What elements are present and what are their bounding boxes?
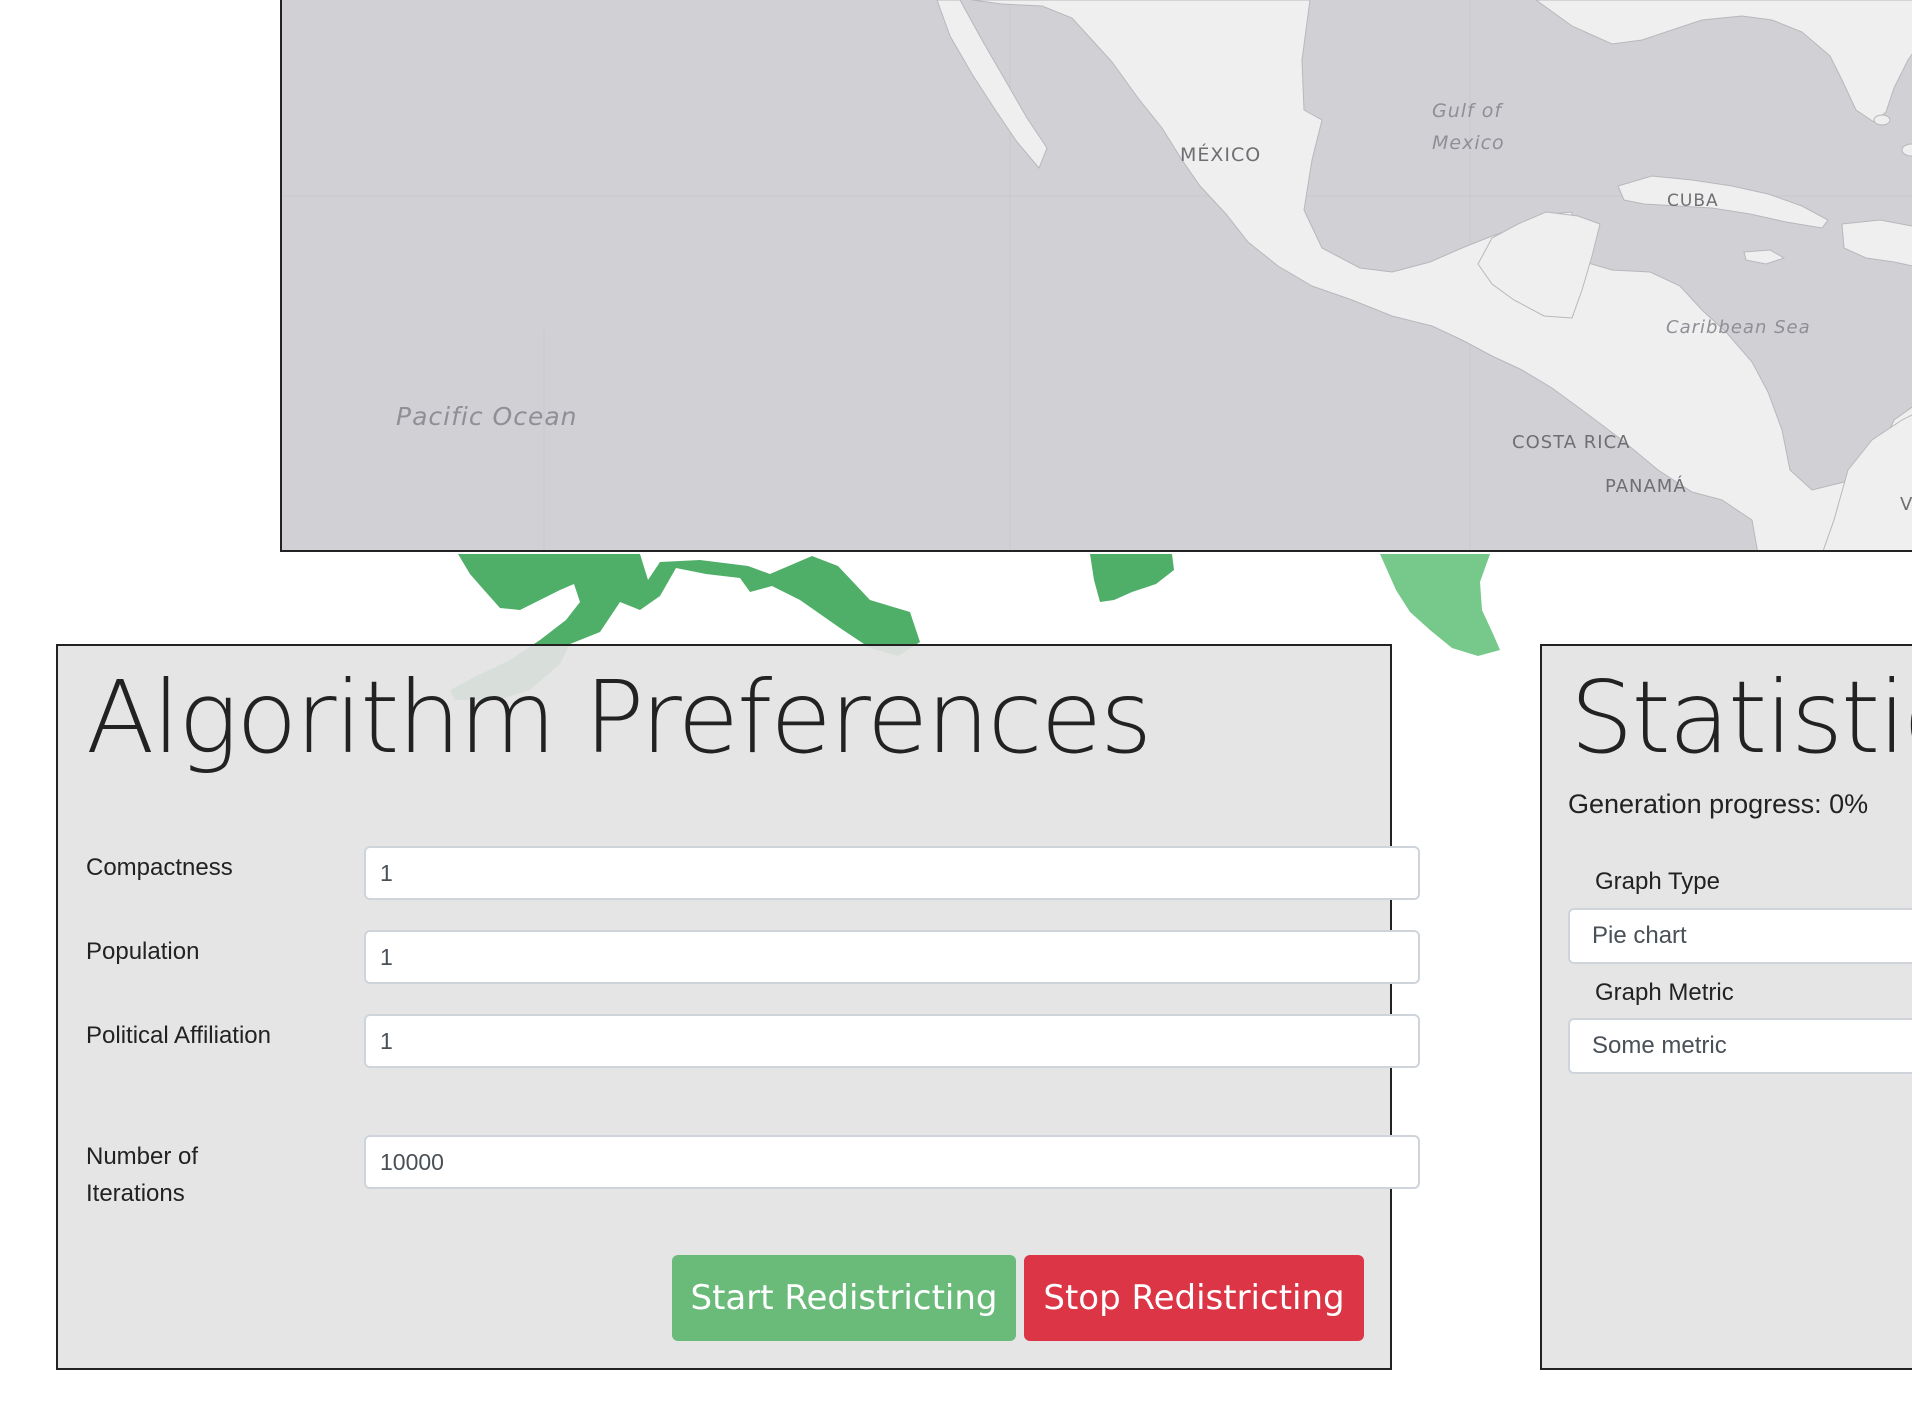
land-cuba (1617, 175, 1829, 229)
political-affiliation-label: Political Affiliation (86, 1022, 271, 1049)
political-affiliation-input[interactable] (364, 1014, 1420, 1068)
land-jamaica (1743, 249, 1786, 265)
population-label: Population (86, 938, 200, 965)
district-shape (1380, 554, 1500, 656)
graph-metric-label: Graph Metric (1595, 979, 1734, 1006)
graph-metric-select[interactable]: Some metric (1568, 1018, 1912, 1074)
map-label-panama: PANAMÁ (1605, 476, 1687, 497)
map-label-costa-rica: COSTA RICA (1512, 432, 1631, 453)
land-hispaniola (1841, 219, 1912, 267)
graph-type-label: Graph Type (1595, 868, 1720, 895)
map-label-edge: V (1900, 494, 1912, 515)
statistics-panel: Statistics Generation progress: 0% Graph… (1540, 644, 1912, 1370)
land-mainland (971, 0, 1912, 550)
map-label-mexico: MÉXICO (1180, 144, 1262, 166)
land-baja (936, 0, 1048, 169)
land-florida (1535, 0, 1912, 123)
start-redistricting-button[interactable]: Start Redistricting (672, 1255, 1016, 1341)
map-label-caribbean: Caribbean Sea (1666, 317, 1811, 338)
algorithm-preferences-panel: Algorithm Preferences Compactness Popula… (56, 644, 1420, 1370)
iterations-label: Number of Iterations (86, 1143, 199, 1207)
preferences-title: Algorithm Preferences (86, 659, 1152, 776)
generation-progress-text: Generation progress: 0% (1568, 789, 1869, 819)
map-label-gulf-line2: Mexico (1432, 132, 1505, 154)
compactness-input[interactable] (364, 846, 1420, 900)
map-label-pacific: Pacific Ocean (396, 402, 578, 431)
compactness-label: Compactness (86, 854, 233, 881)
map-label-gulf-line1: Gulf of (1432, 100, 1503, 122)
map-label-cuba: CUBA (1667, 191, 1719, 211)
iterations-input[interactable] (364, 1135, 1420, 1189)
map-view[interactable]: MÉXICO Gulf of Mexico CUBA Caribbean Sea… (280, 0, 1912, 552)
graph-type-select[interactable]: Pie chart (1568, 908, 1912, 964)
stop-redistricting-button[interactable]: Stop Redistricting (1024, 1255, 1364, 1341)
land-south-america (1822, 414, 1912, 550)
map-basemap (282, 0, 1912, 550)
district-shape (1090, 554, 1174, 602)
statistics-title: Statistics (1570, 659, 1912, 776)
population-input[interactable] (364, 930, 1420, 984)
